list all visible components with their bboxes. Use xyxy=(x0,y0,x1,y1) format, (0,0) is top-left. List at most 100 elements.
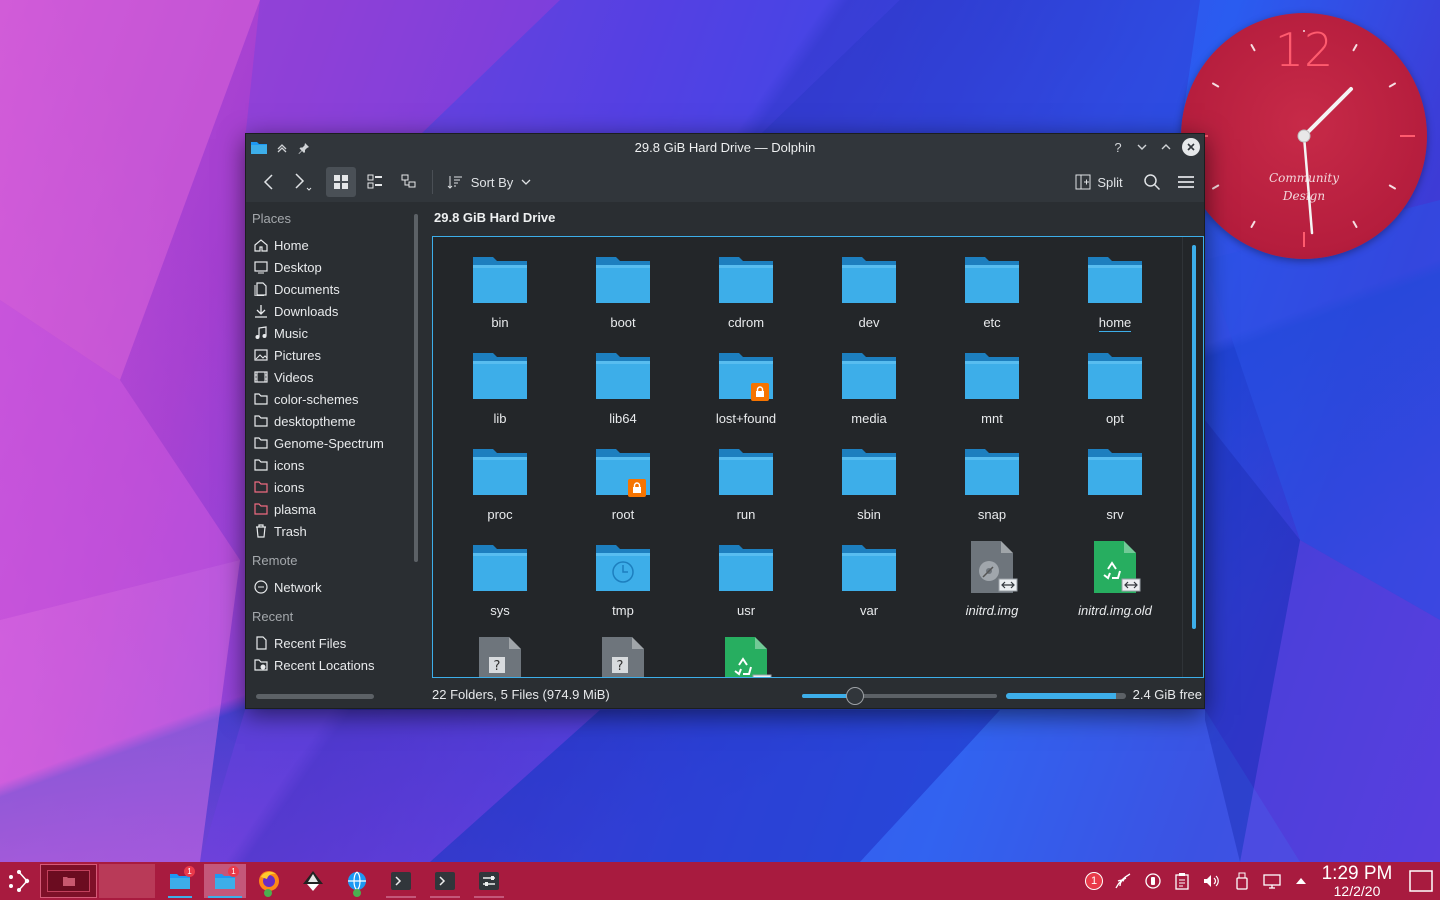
place-plasma[interactable]: plasma xyxy=(254,498,316,520)
place-documents[interactable]: Documents xyxy=(254,278,340,300)
place-home[interactable]: Home xyxy=(254,234,309,256)
task-terminal-2[interactable] xyxy=(428,864,462,898)
file-item-lib[interactable]: lib xyxy=(445,347,555,426)
place-music[interactable]: Music xyxy=(254,322,308,344)
file-item-dev[interactable]: dev xyxy=(814,251,924,330)
file-item-initrd-img[interactable]: initrd.img xyxy=(937,539,1047,618)
sort-by-button[interactable]: Sort By xyxy=(442,167,536,197)
file-view-scrollbar[interactable] xyxy=(1192,245,1196,629)
search-button[interactable] xyxy=(1138,167,1166,197)
file-item[interactable]: ? xyxy=(568,635,678,677)
folder-red-icon xyxy=(254,502,268,516)
place-recent-locations[interactable]: Recent Locations xyxy=(254,654,374,676)
volume-icon[interactable] xyxy=(1201,871,1221,891)
place-downloads[interactable]: Downloads xyxy=(254,300,338,322)
file-item-lost-found[interactable]: lost+found xyxy=(691,347,801,426)
taskbar-date[interactable]: 12/2/20 xyxy=(1314,884,1400,898)
file-name: media xyxy=(851,411,887,426)
file-view[interactable]: bin boot cdrom dev etc home lib lib64 lost+found… xyxy=(432,236,1204,678)
place-recent-files[interactable]: Recent Files xyxy=(254,632,346,654)
file-item-boot[interactable]: boot xyxy=(568,251,678,330)
icons-view-button[interactable] xyxy=(326,167,356,197)
file-name: initrd.img.old xyxy=(1078,603,1152,618)
hamburger-menu-button[interactable] xyxy=(1172,167,1200,197)
place-desktoptheme[interactable]: desktoptheme xyxy=(254,410,356,432)
dolphin-window[interactable]: 29.8 GiB Hard Drive — Dolphin ? Sort By … xyxy=(245,133,1205,709)
place-icons[interactable]: icons xyxy=(254,476,304,498)
task-dolphin-1[interactable]: 1 xyxy=(162,864,198,898)
file-item-proc[interactable]: proc xyxy=(445,443,555,522)
file-item-run[interactable]: run xyxy=(691,443,801,522)
taskbar-time[interactable]: 1:29 PM xyxy=(1314,864,1400,884)
network-tray-icon[interactable] xyxy=(1262,871,1282,891)
file-name: initrd.img xyxy=(965,603,1019,618)
virtual-desktop-2[interactable] xyxy=(99,864,155,898)
help-button[interactable]: ? xyxy=(1110,137,1126,157)
file-item[interactable]: ? xyxy=(445,635,555,677)
file-item-sys[interactable]: sys xyxy=(445,539,555,618)
place-videos[interactable]: Videos xyxy=(254,366,314,388)
back-button[interactable] xyxy=(256,167,282,197)
file-item-opt[interactable]: opt xyxy=(1060,347,1170,426)
show-desktop-button[interactable] xyxy=(1406,868,1436,894)
remote-heading: Remote xyxy=(252,553,298,568)
file-item-home[interactable]: home xyxy=(1060,251,1170,332)
place-pictures[interactable]: Pictures xyxy=(254,344,321,366)
file-item-bin[interactable]: bin xyxy=(445,251,555,330)
file-name: srv xyxy=(1106,507,1124,522)
chevron-up-icon xyxy=(1296,878,1306,884)
virtual-desktop-1[interactable] xyxy=(40,864,97,898)
place-genome-spectrum[interactable]: Genome-Spectrum xyxy=(254,432,384,454)
details-view-button[interactable] xyxy=(394,167,424,197)
notifications-indicator[interactable]: 1 xyxy=(1084,871,1104,891)
file-item-usr[interactable]: usr xyxy=(691,539,801,618)
file-item-var[interactable]: var xyxy=(814,539,924,618)
file-item-sbin[interactable]: sbin xyxy=(814,443,924,522)
task-kdeconnect[interactable] xyxy=(340,864,374,898)
file-item-lib64[interactable]: lib64 xyxy=(568,347,678,426)
title-bar[interactable]: 29.8 GiB Hard Drive — Dolphin ? xyxy=(246,134,1204,162)
minimize-button[interactable] xyxy=(1134,137,1150,157)
task-terminal-1[interactable] xyxy=(384,864,418,898)
places-heading: Places xyxy=(252,211,292,226)
task-inkscape[interactable] xyxy=(296,864,330,898)
clipboard-icon[interactable] xyxy=(1172,871,1192,891)
forward-button[interactable] xyxy=(288,167,316,197)
places-scrollbar[interactable] xyxy=(414,214,418,562)
file-item-mnt[interactable]: mnt xyxy=(937,347,1047,426)
file-item-tmp[interactable]: tmp xyxy=(568,539,678,618)
zoom-slider-handle[interactable] xyxy=(845,687,864,705)
notification-count: 1 xyxy=(1085,872,1103,890)
place-desktop[interactable]: Desktop xyxy=(254,256,322,278)
close-button[interactable] xyxy=(1182,138,1200,156)
analog-clock-widget[interactable]: 12 Community Design xyxy=(1181,13,1427,259)
zoom-slider[interactable] xyxy=(802,687,997,705)
file-item-srv[interactable]: srv xyxy=(1060,443,1170,522)
maximize-button[interactable] xyxy=(1158,137,1174,157)
file-item-root[interactable]: root xyxy=(568,443,678,522)
device-notifier-icon[interactable] xyxy=(1232,871,1252,891)
network-icon xyxy=(254,580,268,594)
application-launcher-button[interactable] xyxy=(4,864,34,898)
disk-space-bar[interactable] xyxy=(1006,693,1126,699)
place-trash[interactable]: Trash xyxy=(254,520,307,542)
split-button[interactable]: Split xyxy=(1070,167,1128,197)
task-system-settings[interactable] xyxy=(472,864,506,898)
plasma-vault-icon[interactable] xyxy=(1113,871,1133,891)
places-horizontal-scrollbar[interactable] xyxy=(256,694,374,699)
compact-view-button[interactable] xyxy=(360,167,390,197)
file-item-cdrom[interactable]: cdrom xyxy=(691,251,801,330)
kdeconnect-tray-icon[interactable] xyxy=(1143,871,1163,891)
file-item-media[interactable]: media xyxy=(814,347,924,426)
place-icons[interactable]: icons xyxy=(254,454,304,476)
place-network[interactable]: Network xyxy=(254,576,322,598)
show-hidden-icons-button[interactable] xyxy=(1291,871,1311,891)
file-item[interactable] xyxy=(691,635,801,677)
task-dolphin-2[interactable]: 1 xyxy=(204,864,246,898)
place-color-schemes[interactable]: color-schemes xyxy=(254,388,359,410)
file-item-initrd-img-old[interactable]: initrd.img.old xyxy=(1060,539,1170,618)
file-item-etc[interactable]: etc xyxy=(937,251,1047,330)
task-firefox[interactable] xyxy=(252,864,286,898)
recent-locations-icon xyxy=(254,658,268,672)
file-item-snap[interactable]: snap xyxy=(937,443,1047,522)
